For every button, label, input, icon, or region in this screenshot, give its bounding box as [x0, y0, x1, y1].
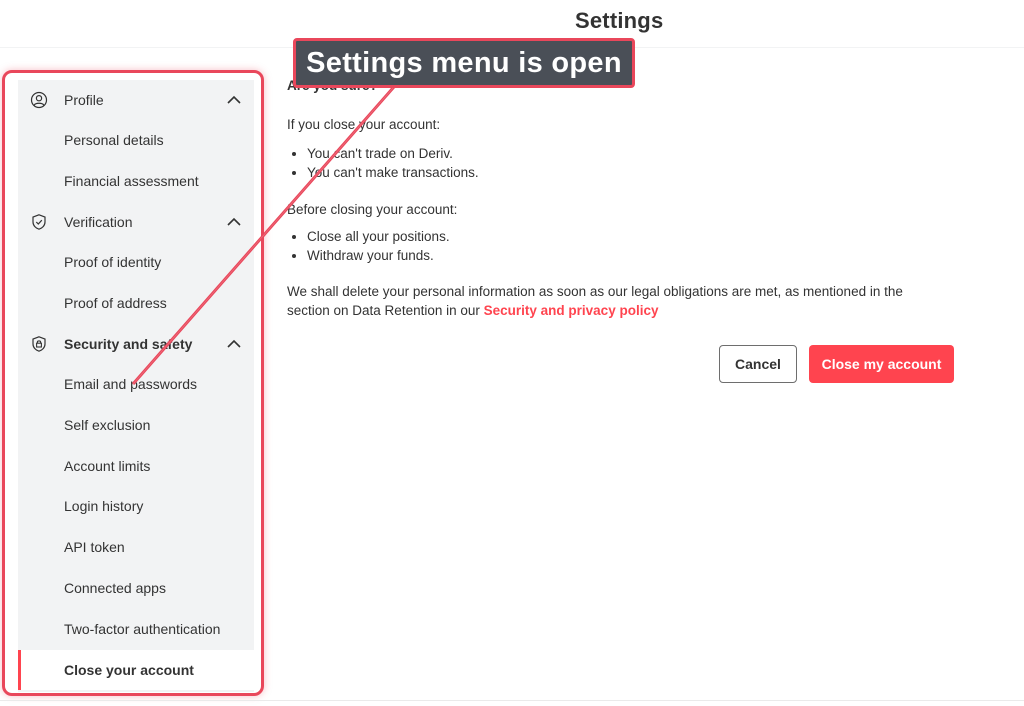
sidebar-item-account-limits[interactable]: Account limits [64, 458, 150, 474]
sidebar-group-verification[interactable]: Verification [30, 210, 242, 234]
chevron-up-icon[interactable] [226, 336, 242, 352]
sidebar-item-personal-details[interactable]: Personal details [64, 132, 164, 148]
sidebar-group-profile[interactable]: Profile [30, 88, 242, 112]
sidebar-item-proof-of-address[interactable]: Proof of address [64, 295, 167, 311]
data-retention-paragraph: We shall delete your personal informatio… [287, 282, 947, 320]
consequences-intro: If you close your account: [287, 115, 987, 134]
sidebar-group-label: Security and safety [64, 336, 193, 352]
sidebar-group-label: Profile [64, 92, 104, 108]
sidebar-item-email-and-passwords[interactable]: Email and passwords [64, 376, 197, 392]
sidebar-item-connected-apps[interactable]: Connected apps [64, 580, 166, 596]
consequences-intro-text: If you close your account: [287, 117, 441, 132]
sidebar-item-self-exclusion[interactable]: Self exclusion [64, 417, 150, 433]
bottom-divider [0, 700, 1024, 701]
security-privacy-policy-link[interactable]: Security and privacy policy [484, 303, 659, 318]
user-circle-icon [30, 91, 48, 109]
chevron-up-icon[interactable] [226, 214, 242, 230]
sidebar-group-label: Verification [64, 214, 133, 230]
chevron-up-icon[interactable] [226, 92, 242, 108]
shield-check-icon [30, 213, 48, 231]
sidebar-item-api-token[interactable]: API token [64, 539, 125, 555]
before-closing-intro: Before closing your account: [287, 200, 987, 219]
sidebar-item-proof-of-identity[interactable]: Proof of identity [64, 254, 161, 270]
active-item-indicator [18, 650, 21, 690]
sidebar-item-two-factor-authentication[interactable]: Two-factor authentication [64, 621, 220, 637]
shield-lock-icon [30, 335, 48, 353]
steps-list: Close all your positions. Withdraw your … [287, 227, 987, 265]
list-item: Close all your positions. [307, 227, 987, 246]
annotation-callout: Settings menu is open [293, 38, 635, 88]
list-item: You can't trade on Deriv. [307, 144, 987, 163]
sidebar-item-close-your-account[interactable]: Close your account [64, 662, 194, 678]
sidebar-item-financial-assessment[interactable]: Financial assessment [64, 173, 199, 189]
consequences-list: You can't trade on Deriv. You can't make… [287, 144, 987, 182]
list-item: Withdraw your funds. [307, 246, 987, 265]
close-my-account-button[interactable]: Close my account [809, 345, 954, 383]
cancel-button[interactable]: Cancel [719, 345, 797, 383]
sidebar-group-security[interactable]: Security and safety [30, 332, 242, 356]
sidebar-item-login-history[interactable]: Login history [64, 498, 143, 514]
list-item: You can't make transactions. [307, 163, 987, 182]
page-title: Settings [575, 8, 664, 33]
before-closing-text: Before closing your account: [287, 202, 458, 217]
